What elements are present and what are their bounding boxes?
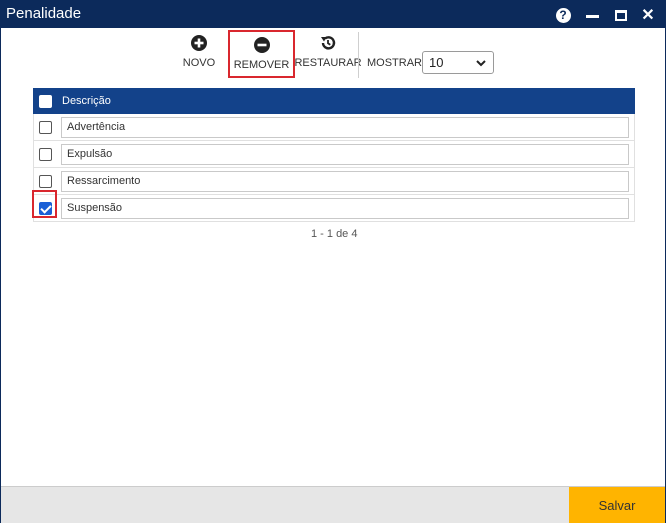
mostrar-label: MOSTRAR:	[367, 57, 426, 69]
remover-button[interactable]: REMOVER	[228, 30, 295, 78]
table-row[interactable]: Suspensão	[33, 195, 635, 222]
penalidade-table: Descrição Advertência Expulsão Ressarcim…	[33, 88, 635, 222]
chevron-down-icon	[476, 60, 486, 67]
save-button[interactable]: Salvar	[569, 487, 665, 523]
row-checkbox[interactable]	[39, 147, 52, 161]
row-checkbox[interactable]	[39, 120, 52, 134]
close-icon[interactable]: ✕	[639, 6, 657, 24]
help-icon[interactable]: ?	[554, 6, 572, 24]
maximize-icon[interactable]	[612, 6, 630, 24]
row-checkbox[interactable]	[39, 174, 52, 188]
row-description[interactable]: Advertência	[61, 116, 629, 138]
row-description[interactable]: Suspensão	[61, 197, 629, 219]
select-all-checkbox[interactable]	[39, 94, 52, 108]
mostrar-select[interactable]: 10	[422, 51, 494, 74]
penalidade-window: Penalidade ? ✕ NOVO REMOVER RESTAURAR MO…	[0, 0, 666, 523]
restaurar-label: RESTAURAR	[294, 57, 362, 69]
table-row[interactable]: Advertência	[33, 114, 635, 141]
window-title: Penalidade	[6, 5, 82, 22]
table-row[interactable]: Ressarcimento	[33, 168, 635, 195]
toolbar-divider	[358, 32, 359, 78]
mostrar-value: 10	[429, 55, 444, 70]
pagination-info: 1 - 1 de 4	[311, 228, 358, 240]
remover-label: REMOVER	[233, 59, 290, 71]
plus-circle-icon	[191, 35, 207, 51]
column-header-descricao: Descrição	[62, 95, 111, 107]
table-row[interactable]: Expulsão	[33, 141, 635, 168]
restaurar-button[interactable]: RESTAURAR	[294, 34, 362, 78]
novo-button[interactable]: NOVO	[181, 34, 217, 78]
footer-bar: Salvar	[1, 486, 665, 523]
row-description[interactable]: Expulsão	[61, 143, 629, 165]
title-bar: Penalidade ? ✕	[1, 1, 665, 28]
novo-label: NOVO	[182, 57, 216, 69]
row-description[interactable]: Ressarcimento	[61, 170, 629, 192]
table-header: Descrição	[33, 88, 635, 114]
minimize-icon[interactable]	[583, 6, 601, 24]
checkbox-highlight	[32, 190, 57, 218]
restore-icon	[321, 36, 336, 50]
minus-circle-icon	[253, 37, 270, 53]
